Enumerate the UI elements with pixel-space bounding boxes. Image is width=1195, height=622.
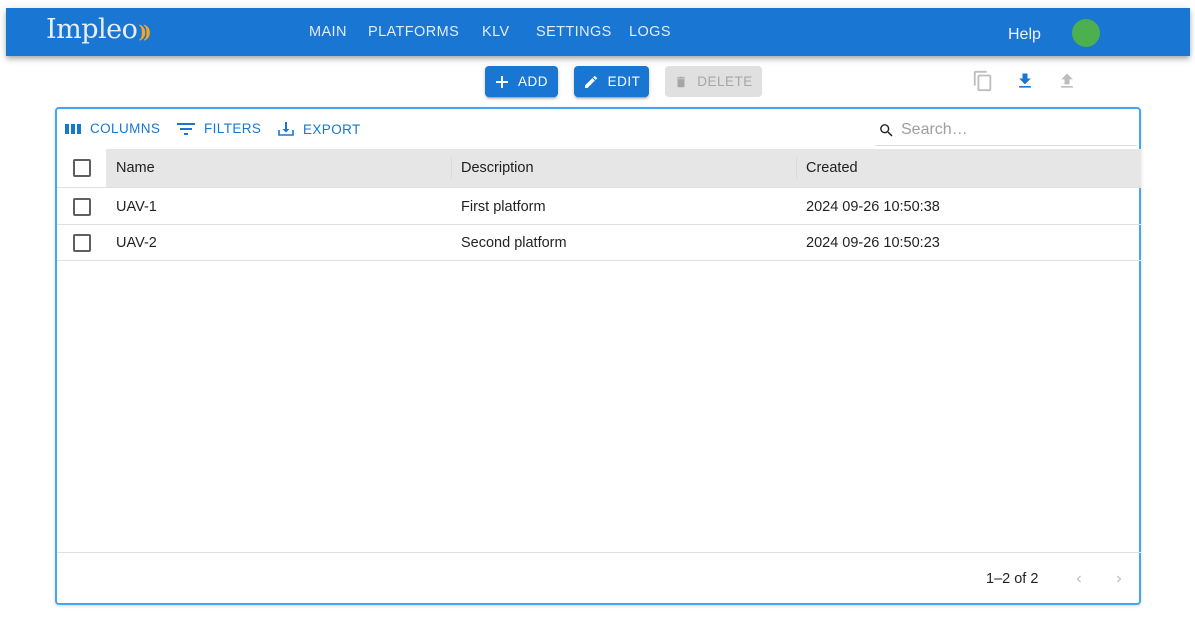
table-row[interactable]: UAV-1 First platform 2024 09-26 10:50:38 bbox=[57, 189, 1141, 225]
logo-mark: )) bbox=[138, 22, 151, 43]
export-icon bbox=[278, 121, 294, 137]
cell-created: 2024 09-26 10:50:23 bbox=[806, 235, 940, 251]
filter-icon bbox=[177, 122, 195, 136]
search-input[interactable] bbox=[901, 121, 1121, 139]
upload-icon[interactable] bbox=[1055, 68, 1079, 94]
edit-label: EDIT bbox=[607, 74, 641, 89]
logo-text: Impleo bbox=[46, 14, 138, 45]
logo[interactable]: Impleo)) bbox=[46, 14, 151, 45]
chevron-left-icon bbox=[1076, 575, 1081, 583]
columns-button[interactable]: COLUMNS bbox=[65, 121, 160, 136]
chevron-right-icon bbox=[1117, 575, 1122, 583]
export-button[interactable]: EXPORT bbox=[278, 121, 361, 137]
cell-name: UAV-2 bbox=[116, 235, 157, 251]
edit-button[interactable]: EDIT bbox=[574, 66, 649, 97]
copy-icon[interactable] bbox=[971, 68, 995, 94]
nav-settings[interactable]: SETTINGS bbox=[536, 24, 612, 40]
columns-label: COLUMNS bbox=[90, 121, 161, 136]
next-page-button[interactable] bbox=[1107, 567, 1131, 591]
delete-label: DELETE bbox=[697, 74, 753, 89]
grid-footer: 1–2 of 2 bbox=[57, 552, 1141, 603]
cell-created: 2024 09-26 10:50:38 bbox=[806, 199, 940, 215]
cell-name: UAV-1 bbox=[116, 199, 157, 215]
nav-klv[interactable]: KLV bbox=[482, 24, 510, 40]
export-label: EXPORT bbox=[303, 121, 361, 137]
delete-button[interactable]: DELETE bbox=[665, 66, 762, 97]
nav-platforms[interactable]: PLATFORMS bbox=[368, 24, 459, 40]
cell-description: Second platform bbox=[461, 235, 567, 251]
help-link[interactable]: Help bbox=[1008, 26, 1041, 44]
row-checkbox[interactable] bbox=[73, 234, 91, 252]
platforms-grid: COLUMNS FILTERS EXPORT Name Description … bbox=[55, 107, 1141, 605]
column-header-created[interactable]: Created bbox=[806, 160, 858, 176]
columns-icon bbox=[65, 123, 81, 135]
pagination-info: 1–2 of 2 bbox=[986, 571, 1039, 587]
table-row[interactable]: UAV-2 Second platform 2024 09-26 10:50:2… bbox=[57, 225, 1141, 261]
filters-label: FILTERS bbox=[204, 121, 262, 136]
table-header: Name Description Created bbox=[57, 149, 1141, 188]
search-icon bbox=[878, 122, 895, 139]
column-header-name[interactable]: Name bbox=[116, 160, 155, 176]
filters-button[interactable]: FILTERS bbox=[177, 121, 261, 136]
pencil-icon bbox=[583, 74, 599, 90]
app-bar: Impleo)) MAIN PLATFORMS KLV SETTINGS LOG… bbox=[6, 8, 1190, 56]
search-field[interactable] bbox=[875, 115, 1137, 146]
select-all-checkbox[interactable] bbox=[73, 159, 91, 177]
nav-main[interactable]: MAIN bbox=[309, 24, 347, 40]
row-checkbox[interactable] bbox=[73, 198, 91, 216]
add-label: ADD bbox=[517, 74, 548, 89]
add-button[interactable]: ADD bbox=[485, 66, 558, 97]
cell-description: First platform bbox=[461, 199, 546, 215]
previous-page-button[interactable] bbox=[1067, 567, 1091, 591]
trash-icon bbox=[674, 74, 688, 90]
plus-icon bbox=[495, 75, 509, 89]
download-icon[interactable] bbox=[1013, 68, 1037, 94]
nav-logs[interactable]: LOGS bbox=[629, 24, 671, 40]
status-indicator[interactable] bbox=[1072, 19, 1100, 47]
column-header-description[interactable]: Description bbox=[461, 160, 534, 176]
